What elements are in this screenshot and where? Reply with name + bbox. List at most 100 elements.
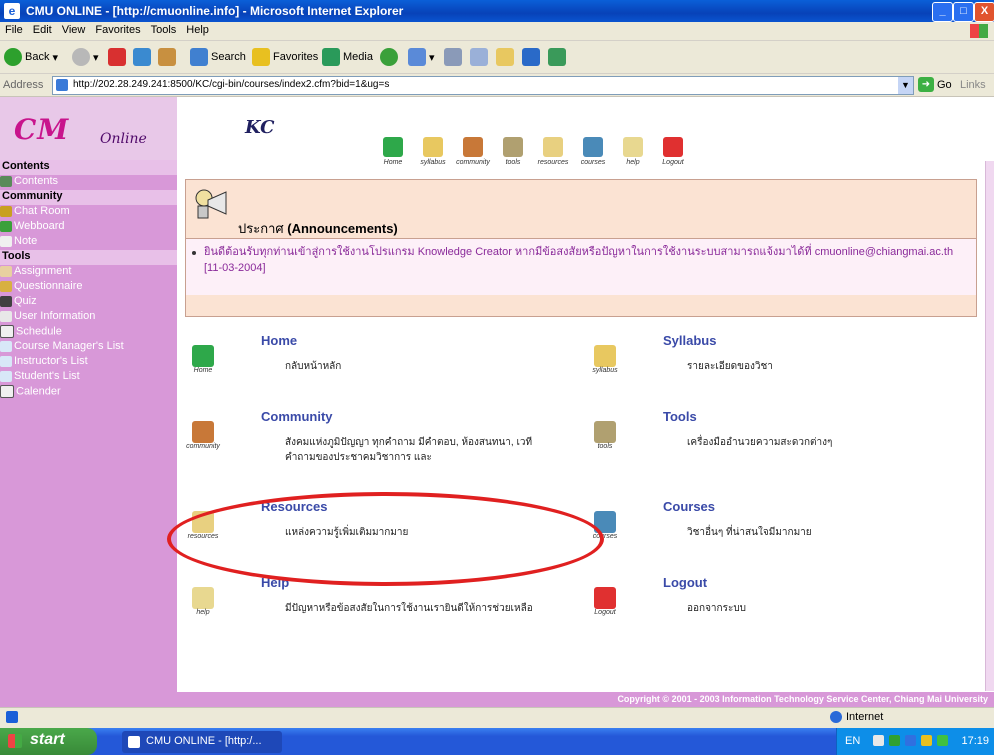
start-label: start [30, 731, 65, 748]
top-nav-courses[interactable]: courses [573, 137, 613, 166]
copyright-footer: Copyright © 2001 - 2003 Information Tech… [177, 692, 994, 707]
star-icon [252, 48, 270, 66]
minimize-button[interactable]: _ [932, 2, 953, 22]
menu-help[interactable]: Help [181, 22, 214, 36]
language-indicator[interactable]: EN [845, 735, 860, 747]
sidebar-item-label: Assignment [14, 265, 72, 278]
stop-button[interactable] [108, 47, 126, 67]
sidebar-item-label: Webboard [14, 220, 65, 233]
sidebar-item-webboard[interactable]: Webboard [0, 220, 177, 235]
top-nav-logout[interactable]: Logout [653, 137, 693, 166]
menu-tools[interactable]: Tools [146, 22, 182, 36]
forward-button[interactable]: ▾ [72, 47, 99, 67]
top-nav-resources[interactable]: resources [533, 137, 573, 166]
menu-edit[interactable]: Edit [28, 22, 57, 36]
back-dropdown-icon: ▾ [52, 51, 58, 64]
top-nav-caption: tools [505, 159, 521, 166]
ie-logo-icon: e [4, 3, 20, 19]
top-nav-caption: help [626, 159, 640, 166]
top-nav-syllabus[interactable]: syllabus [413, 137, 453, 166]
address-input[interactable]: http://202.28.249.241:8500/KC/cgi-bin/co… [52, 76, 914, 95]
tray-icon[interactable] [921, 735, 932, 746]
sidebar-item-instructors-list[interactable]: Instructor's List [0, 355, 177, 370]
quiz-icon [0, 295, 12, 307]
menu-item-courses[interactable]: courses Courses วิชาอื่นๆ ที่น่าสนใจมีมา… [587, 499, 967, 559]
close-button[interactable]: X [974, 2, 994, 22]
search-button[interactable]: Search [190, 47, 246, 67]
menu-item-tools[interactable]: tools Tools เครื่องมืออำนวยความสะดวกต่าง… [587, 409, 967, 469]
menu-heading: Logout [663, 575, 708, 590]
history-button[interactable] [380, 47, 398, 67]
menu-description: รายละเอียดของวิชา [687, 361, 773, 372]
sidebar-item-students-list[interactable]: Student's List [0, 370, 177, 385]
address-label: Address [3, 79, 44, 91]
address-dropdown-icon[interactable]: ▼ [898, 77, 913, 94]
announcement-title-en: (Announcements) [287, 221, 398, 236]
folder-icon [496, 48, 514, 66]
menu-item-logout[interactable]: Logout Logout ออกจากระบบ [587, 575, 967, 635]
window-title-bar[interactable]: e CMU ONLINE - [http://cmuonline.info] -… [0, 0, 994, 22]
menu-caption: syllabus [592, 367, 618, 374]
top-nav-caption: courses [580, 159, 606, 166]
zone-label: Internet [846, 711, 884, 723]
sidebar-item-course-managers-list[interactable]: Course Manager's List [0, 340, 177, 355]
menu-caption: Home [193, 367, 213, 374]
menu-favorites[interactable]: Favorites [90, 22, 145, 36]
sidebar-item-schedule[interactable]: Schedule [0, 325, 177, 340]
home-button[interactable] [158, 47, 176, 67]
media-label: Media [343, 51, 373, 63]
sidebar-item-user-information[interactable]: User Information [0, 310, 177, 325]
media-button[interactable]: Media [322, 47, 373, 67]
stop-icon [108, 48, 126, 66]
courses-icon [583, 137, 603, 157]
menu-item-community[interactable]: community Community สังคมแห่งภูมิปัญญา ท… [185, 409, 565, 469]
menu-icon-help: help [185, 587, 221, 616]
tray-icon[interactable] [873, 735, 884, 746]
home-icon [383, 137, 403, 157]
maximize-button[interactable]: □ [953, 2, 974, 22]
menu-caption: help [196, 609, 210, 616]
messenger-button[interactable] [548, 47, 566, 67]
top-nav-community[interactable]: community [453, 137, 493, 166]
top-nav-home[interactable]: Home [373, 137, 413, 166]
menu-file[interactable]: File [0, 22, 28, 36]
tray-icon[interactable] [937, 735, 948, 746]
sidebar-item-calender[interactable]: Calender [0, 385, 177, 400]
tray-icon[interactable] [889, 735, 900, 746]
sidebar-item-note[interactable]: Note [0, 235, 177, 250]
menu-item-home[interactable]: Home Home กลับหน้าหลัก [185, 333, 565, 393]
refresh-button[interactable] [133, 47, 151, 67]
top-nav-tools[interactable]: tools [493, 137, 533, 166]
menu-view[interactable]: View [57, 22, 91, 36]
kc-title: KC [245, 117, 275, 138]
print-icon [444, 48, 462, 66]
security-zone: Internet [830, 711, 883, 723]
taskbar-item-browser[interactable]: CMU ONLINE - [http:/... [122, 731, 282, 753]
print-button[interactable] [444, 47, 462, 67]
sidebar-item-contents[interactable]: Contents [0, 175, 177, 190]
user-info-icon [0, 310, 12, 322]
top-nav-help[interactable]: help [613, 137, 653, 166]
vertical-scrollbar[interactable] [985, 161, 994, 691]
media-icon [322, 48, 340, 66]
back-button[interactable]: Back ▾ [4, 47, 58, 67]
sidebar-item-questionnaire[interactable]: Questionnaire [0, 280, 177, 295]
menu-caption: Logout [594, 609, 616, 616]
sidebar-item-label: Schedule [16, 325, 62, 338]
sidebar-item-assignment[interactable]: Assignment [0, 265, 177, 280]
page-icon [56, 79, 68, 91]
favorites-button[interactable]: Favorites [252, 47, 318, 67]
menu-bar: File Edit View Favorites Tools Help [0, 22, 994, 41]
logout-icon [663, 137, 683, 157]
tray-icon[interactable] [905, 735, 916, 746]
edit-button[interactable] [470, 47, 488, 67]
go-button[interactable]: ➜ Go [918, 77, 952, 92]
mail-button[interactable]: ▾ [408, 47, 435, 67]
research-button[interactable] [522, 47, 540, 67]
start-button[interactable]: start [0, 728, 97, 755]
sidebar-item-chat-room[interactable]: Chat Room [0, 205, 177, 220]
links-button[interactable]: Links [960, 79, 986, 91]
folder-button[interactable] [496, 47, 514, 67]
sidebar-item-quiz[interactable]: Quiz [0, 295, 177, 310]
menu-item-syllabus[interactable]: syllabus Syllabus รายละเอียดของวิชา [587, 333, 967, 393]
